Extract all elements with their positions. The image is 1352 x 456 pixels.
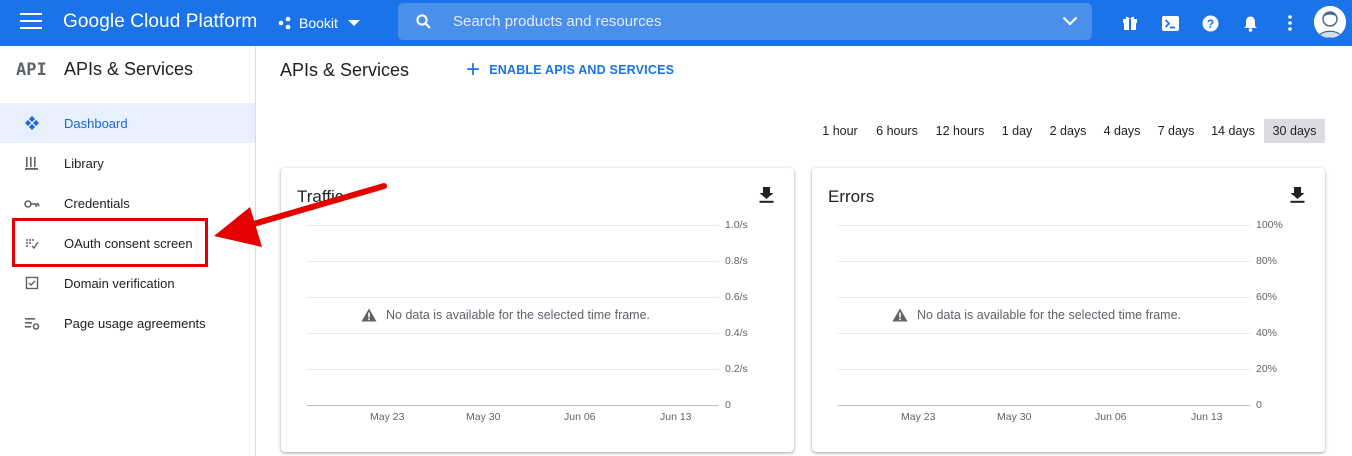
y-tick-label: 0.8/s (725, 255, 748, 267)
project-name: Bookit (299, 15, 338, 31)
settings-list-icon (25, 318, 40, 330)
api-logo: API (16, 60, 47, 80)
gridline (307, 297, 719, 298)
project-dots-icon (278, 16, 291, 30)
x-tick-label: May 23 (901, 411, 936, 423)
range-4-days[interactable]: 4 days (1096, 119, 1148, 143)
y-tick-label: 80% (1256, 255, 1278, 267)
sidebar-item-domain-verification[interactable]: Domain verification (0, 263, 255, 303)
x-tick-label: Jun 06 (1095, 411, 1127, 423)
y-tick-label: 60% (1256, 291, 1278, 303)
enable-apis-label: ENABLE APIS AND SERVICES (489, 63, 675, 77)
y-tick-label: 0 (1256, 399, 1262, 411)
help-icon[interactable]: ? (1200, 13, 1220, 33)
sidebar-item-credentials[interactable]: Credentials (0, 183, 255, 223)
range-30-days[interactable]: 30 days (1264, 119, 1325, 143)
add-icon: + (466, 56, 481, 83)
gift-icon[interactable] (1120, 13, 1140, 33)
sidebar-title: APIs & Services (64, 59, 194, 79)
gridline (838, 369, 1250, 370)
sidebar-item-oauth-consent-screen[interactable]: OAuth consent screen (0, 223, 255, 263)
sidebar-item-dashboard[interactable]: Dashboard (0, 103, 255, 143)
sidebar-item-label: Domain verification (64, 276, 175, 291)
x-tick-label: Jun 13 (1191, 411, 1223, 423)
chevron-down-icon (347, 20, 360, 26)
x-tick-label: May 30 (466, 411, 501, 423)
no-data-message: No data is available for the selected ti… (892, 308, 1181, 322)
sidebar-item-library[interactable]: Library (0, 143, 255, 183)
y-tick-label: 0.2/s (725, 363, 748, 375)
gridline (307, 225, 719, 226)
check-box-icon (25, 276, 39, 290)
gridline (307, 333, 719, 334)
dashboard-icon (25, 116, 39, 130)
account-avatar[interactable] (1314, 6, 1346, 38)
gridline (838, 225, 1250, 226)
sidebar-item-label: Credentials (64, 196, 130, 211)
enable-apis-button[interactable]: + ENABLE APIS AND SERVICES (466, 58, 674, 82)
warning-icon (892, 308, 908, 322)
search-icon (416, 14, 431, 29)
no-data-message: No data is available for the selected ti… (361, 308, 650, 322)
search-input[interactable] (453, 3, 1013, 40)
y-tick-label: 1.0/s (725, 219, 748, 231)
y-tick-label: 0.4/s (725, 327, 748, 339)
gridline (307, 369, 719, 370)
gridline (838, 333, 1250, 334)
menu-icon[interactable] (20, 13, 42, 33)
search-bar[interactable] (398, 3, 1092, 40)
sidebar-item-label: Page usage agreements (64, 316, 206, 331)
sidebar: API APIs & Services Dashboard Library Cr… (0, 46, 256, 456)
errors-card: Errors 100% 80% 60% 40% 20% 0 May 23 May… (812, 168, 1325, 452)
gridline (307, 261, 719, 262)
x-axis (307, 405, 719, 406)
y-tick-label: 0.6/s (725, 291, 748, 303)
y-tick-label: 0 (725, 399, 731, 411)
library-icon (25, 157, 38, 170)
no-data-text: No data is available for the selected ti… (917, 308, 1182, 322)
range-7-days[interactable]: 7 days (1150, 119, 1202, 143)
notifications-icon[interactable] (1240, 13, 1260, 33)
x-tick-label: Jun 06 (564, 411, 596, 423)
range-6-hours[interactable]: 6 hours (868, 119, 926, 143)
y-tick-label: 20% (1256, 363, 1278, 375)
more-vert-icon[interactable] (1280, 13, 1300, 33)
sidebar-item-label: Library (64, 156, 104, 171)
range-1-day[interactable]: 1 day (994, 119, 1040, 143)
key-icon (24, 200, 40, 208)
traffic-card-title: Traffic (297, 187, 344, 206)
sidebar-item-label: OAuth consent screen (64, 236, 193, 251)
project-selector[interactable]: Bookit (278, 12, 360, 34)
y-tick-label: 40% (1256, 327, 1278, 339)
y-tick-label: 100% (1256, 219, 1283, 231)
sidebar-item-label: Dashboard (64, 116, 128, 131)
download-icon[interactable] (1290, 187, 1305, 203)
warning-icon (361, 308, 377, 322)
brand-title[interactable]: Google Cloud Platform (63, 11, 257, 33)
range-14-days[interactable]: 14 days (1204, 119, 1262, 143)
gridline (838, 261, 1250, 262)
range-2-days[interactable]: 2 days (1042, 119, 1094, 143)
svg-text:?: ? (1206, 16, 1213, 30)
errors-card-title: Errors (828, 187, 875, 206)
no-data-text: No data is available for the selected ti… (386, 308, 651, 322)
x-axis (838, 405, 1250, 406)
oauth-icon (26, 239, 39, 250)
x-tick-label: May 30 (997, 411, 1032, 423)
expand-search-icon[interactable] (1062, 15, 1078, 27)
traffic-card: Traffic 1.0/s 0.8/s 0.6/s 0.4/s 0.2/s 0 … (281, 168, 794, 452)
page-title: APIs & Services (280, 60, 410, 80)
x-tick-label: Jun 13 (660, 411, 692, 423)
range-12-hours[interactable]: 12 hours (928, 119, 992, 143)
download-icon[interactable] (759, 187, 774, 203)
gridline (838, 297, 1250, 298)
range-1-hour[interactable]: 1 hour (814, 119, 866, 143)
cloud-shell-icon[interactable] (1160, 13, 1180, 33)
sidebar-item-page-usage-agreements[interactable]: Page usage agreements (0, 303, 255, 343)
x-tick-label: May 23 (370, 411, 405, 423)
top-app-bar: Google Cloud Platform Bookit Search prod… (0, 0, 1352, 46)
